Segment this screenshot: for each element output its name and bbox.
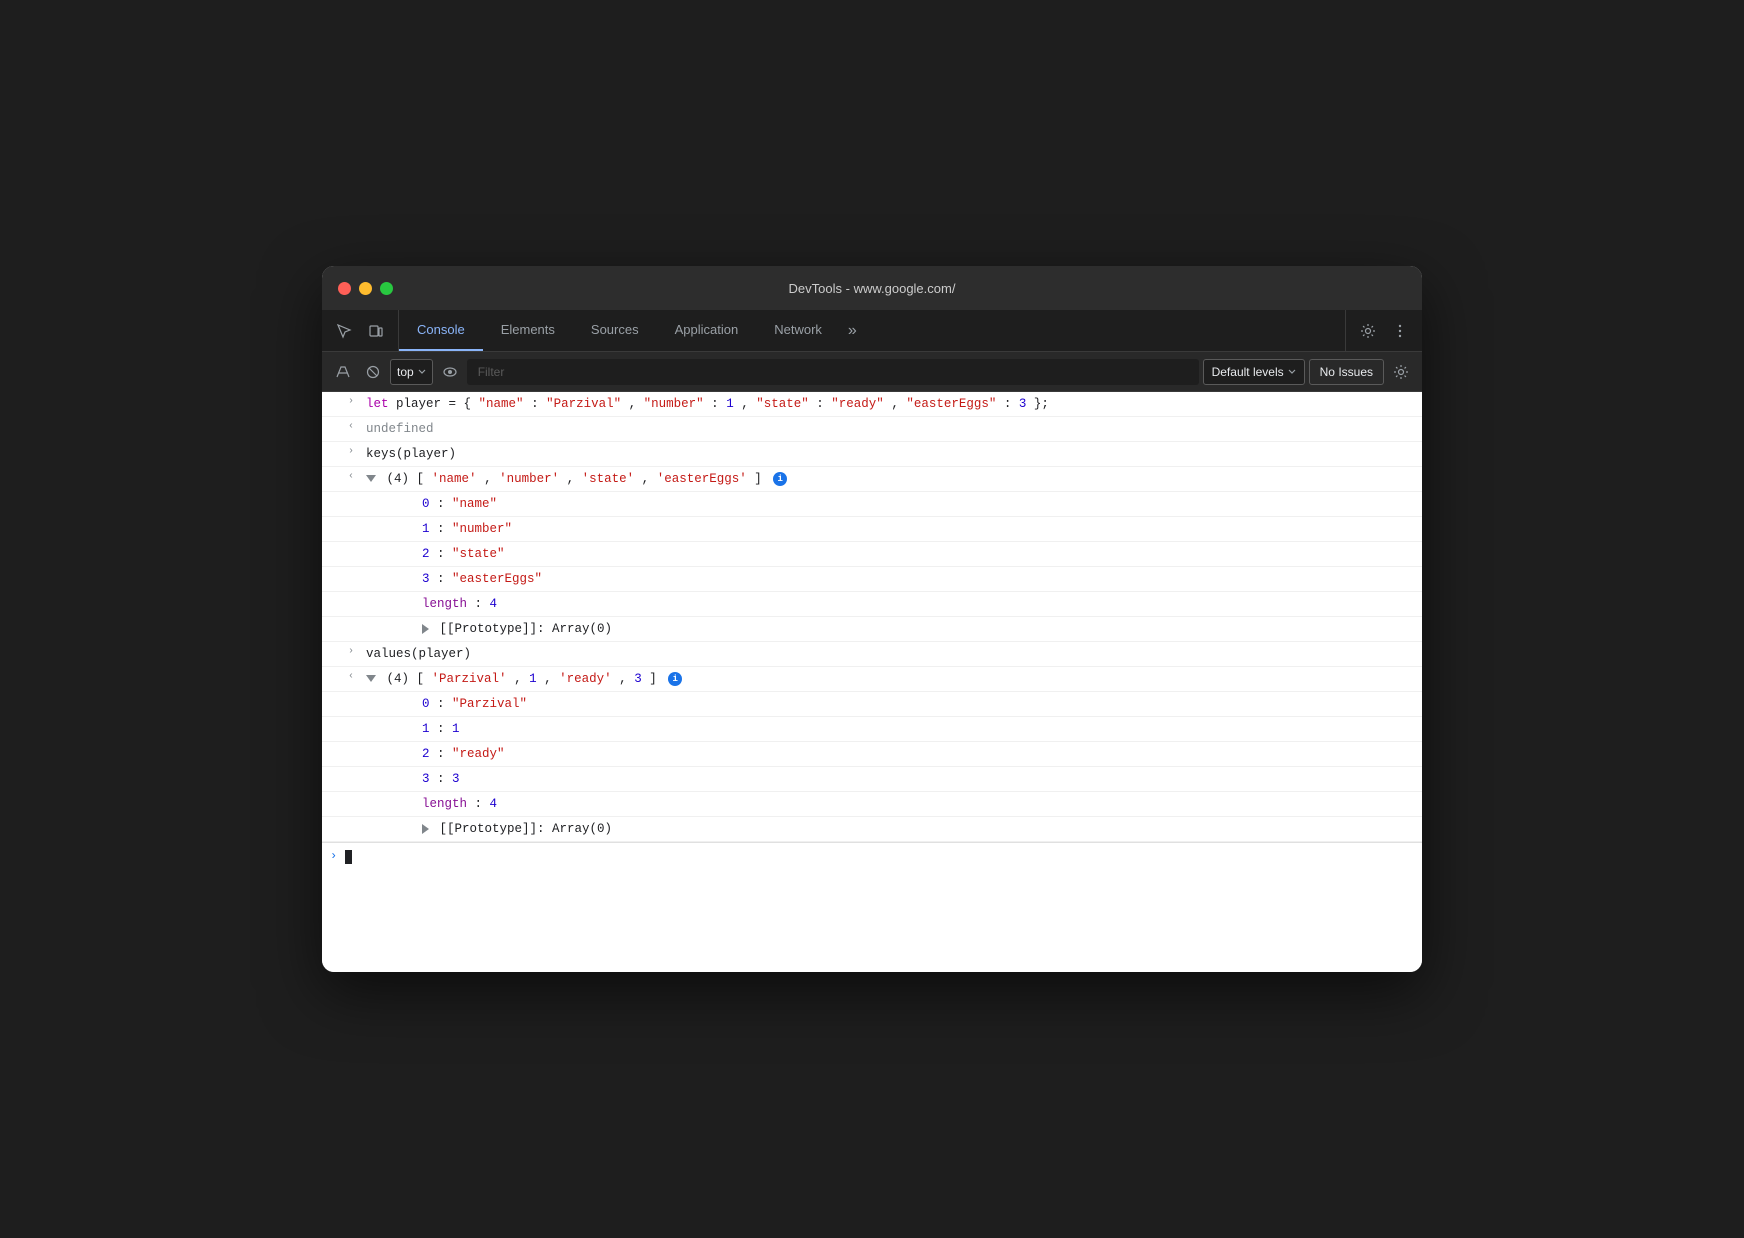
info-badge[interactable]: i bbox=[773, 472, 787, 486]
line-content-3: keys(player) bbox=[362, 444, 1414, 464]
tab-left-icons bbox=[322, 310, 399, 351]
line-content-6: 1 : "number" bbox=[382, 519, 1414, 539]
console-output-undefined: ‹ undefined bbox=[322, 417, 1422, 442]
line-content-10: [[Prototype]]: Array(0) bbox=[382, 619, 1414, 639]
more-options-icon[interactable] bbox=[1386, 317, 1414, 345]
line-content-18: [[Prototype]]: Array(0) bbox=[382, 819, 1414, 839]
values-item-1-number: 1 : 1 bbox=[322, 717, 1422, 742]
input-arrow: › bbox=[348, 444, 354, 460]
line-content-4: (4) [ 'name' , 'number' , 'state' , 'eas… bbox=[362, 469, 1414, 489]
line-content-2: undefined bbox=[362, 419, 1414, 439]
line-content-15: 2 : "ready" bbox=[382, 744, 1414, 764]
tabs: Console Elements Sources Application Net… bbox=[399, 310, 1345, 351]
line-content-7: 2 : "state" bbox=[382, 544, 1414, 564]
line-content-5: 0 : "name" bbox=[382, 494, 1414, 514]
chevron-down-icon bbox=[1288, 369, 1296, 375]
values-item-0-parzival: 0 : "Parzival" bbox=[322, 692, 1422, 717]
output-arrow: ‹ bbox=[348, 469, 354, 485]
title-bar: DevTools - www.google.com/ bbox=[322, 266, 1422, 310]
console-output: › let player = { "name" : "Parzival" , "… bbox=[322, 392, 1422, 972]
console-input-1: › let player = { "name" : "Parzival" , "… bbox=[322, 392, 1422, 417]
input-arrow: › bbox=[348, 394, 354, 410]
values-length: length : 4 bbox=[322, 792, 1422, 817]
gutter-2: ‹ bbox=[322, 419, 362, 435]
gutter-4: ‹ bbox=[322, 469, 362, 485]
gutter-3: › bbox=[322, 444, 362, 460]
line-content-14: 1 : 1 bbox=[382, 719, 1414, 739]
line-content-17: length : 4 bbox=[382, 794, 1414, 814]
console-array-values-header: ‹ (4) [ 'Parzival' , 1 , 'ready' , 3 ] i bbox=[322, 667, 1422, 692]
gutter-11: › bbox=[322, 644, 362, 660]
gutter-1: › bbox=[322, 394, 362, 410]
output-arrow: ‹ bbox=[348, 669, 354, 685]
devtools-window: DevTools - www.google.com/ Console Eleme bbox=[322, 266, 1422, 972]
info-badge-values[interactable]: i bbox=[668, 672, 682, 686]
line-content-8: 3 : "easterEggs" bbox=[382, 569, 1414, 589]
clear-console-icon[interactable] bbox=[330, 359, 356, 385]
maximize-button[interactable] bbox=[380, 282, 393, 295]
log-levels-button[interactable]: Default levels bbox=[1203, 359, 1305, 385]
collapse-icon[interactable] bbox=[366, 675, 376, 682]
values-prototype: [[Prototype]]: Array(0) bbox=[322, 817, 1422, 842]
tab-right-icons bbox=[1345, 310, 1422, 351]
array-prototype-keys: [[Prototype]]: Array(0) bbox=[322, 617, 1422, 642]
settings-icon[interactable] bbox=[1354, 317, 1382, 345]
tab-sources[interactable]: Sources bbox=[573, 310, 657, 351]
prompt-arrow-icon: › bbox=[330, 847, 337, 866]
array-length-keys: length : 4 bbox=[322, 592, 1422, 617]
settings-gear-icon[interactable] bbox=[1388, 359, 1414, 385]
inspect-element-icon[interactable] bbox=[330, 317, 358, 345]
input-arrow: › bbox=[348, 644, 354, 660]
output-arrow: ‹ bbox=[348, 419, 354, 435]
collapse-icon[interactable] bbox=[366, 475, 376, 482]
context-selector[interactable]: top bbox=[390, 359, 433, 385]
chevron-down-icon bbox=[418, 369, 426, 375]
tab-application[interactable]: Application bbox=[657, 310, 757, 351]
line-content-16: 3 : 3 bbox=[382, 769, 1414, 789]
values-item-3-three: 3 : 3 bbox=[322, 767, 1422, 792]
console-array-keys-header: ‹ (4) [ 'name' , 'number' , 'state' , 'e… bbox=[322, 467, 1422, 492]
console-input-2: › keys(player) bbox=[322, 442, 1422, 467]
issues-button[interactable]: No Issues bbox=[1309, 359, 1384, 385]
line-content-1: let player = { "name" : "Parzival" , "nu… bbox=[362, 394, 1414, 414]
gutter-12: ‹ bbox=[322, 669, 362, 685]
block-icon[interactable] bbox=[360, 359, 386, 385]
values-item-2-ready: 2 : "ready" bbox=[322, 742, 1422, 767]
expand-prototype-icon[interactable] bbox=[422, 624, 429, 634]
traffic-lights bbox=[338, 282, 393, 295]
console-toolbar: top Default levels No Issues bbox=[322, 352, 1422, 392]
tab-console[interactable]: Console bbox=[399, 310, 483, 351]
tab-bar: Console Elements Sources Application Net… bbox=[322, 310, 1422, 352]
array-item-0-name: 0 : "name" bbox=[322, 492, 1422, 517]
tab-elements[interactable]: Elements bbox=[483, 310, 573, 351]
array-item-1-number: 1 : "number" bbox=[322, 517, 1422, 542]
tab-network[interactable]: Network bbox=[756, 310, 840, 351]
array-item-2-state: 2 : "state" bbox=[322, 542, 1422, 567]
line-content-11: values(player) bbox=[362, 644, 1414, 664]
line-content-9: length : 4 bbox=[382, 594, 1414, 614]
expand-prototype-values-icon[interactable] bbox=[422, 824, 429, 834]
minimize-button[interactable] bbox=[359, 282, 372, 295]
line-content-13: 0 : "Parzival" bbox=[382, 694, 1414, 714]
eye-icon[interactable] bbox=[437, 359, 463, 385]
console-input-3: › values(player) bbox=[322, 642, 1422, 667]
array-item-3-eastereggs: 3 : "easterEggs" bbox=[322, 567, 1422, 592]
line-content-12: (4) [ 'Parzival' , 1 , 'ready' , 3 ] i bbox=[362, 669, 1414, 689]
device-toolbar-icon[interactable] bbox=[362, 317, 390, 345]
cursor bbox=[345, 850, 352, 864]
console-prompt[interactable]: › bbox=[322, 842, 1422, 870]
close-button[interactable] bbox=[338, 282, 351, 295]
window-title: DevTools - www.google.com/ bbox=[789, 281, 956, 296]
more-tabs-button[interactable]: » bbox=[840, 310, 865, 351]
filter-input[interactable] bbox=[467, 359, 1199, 385]
